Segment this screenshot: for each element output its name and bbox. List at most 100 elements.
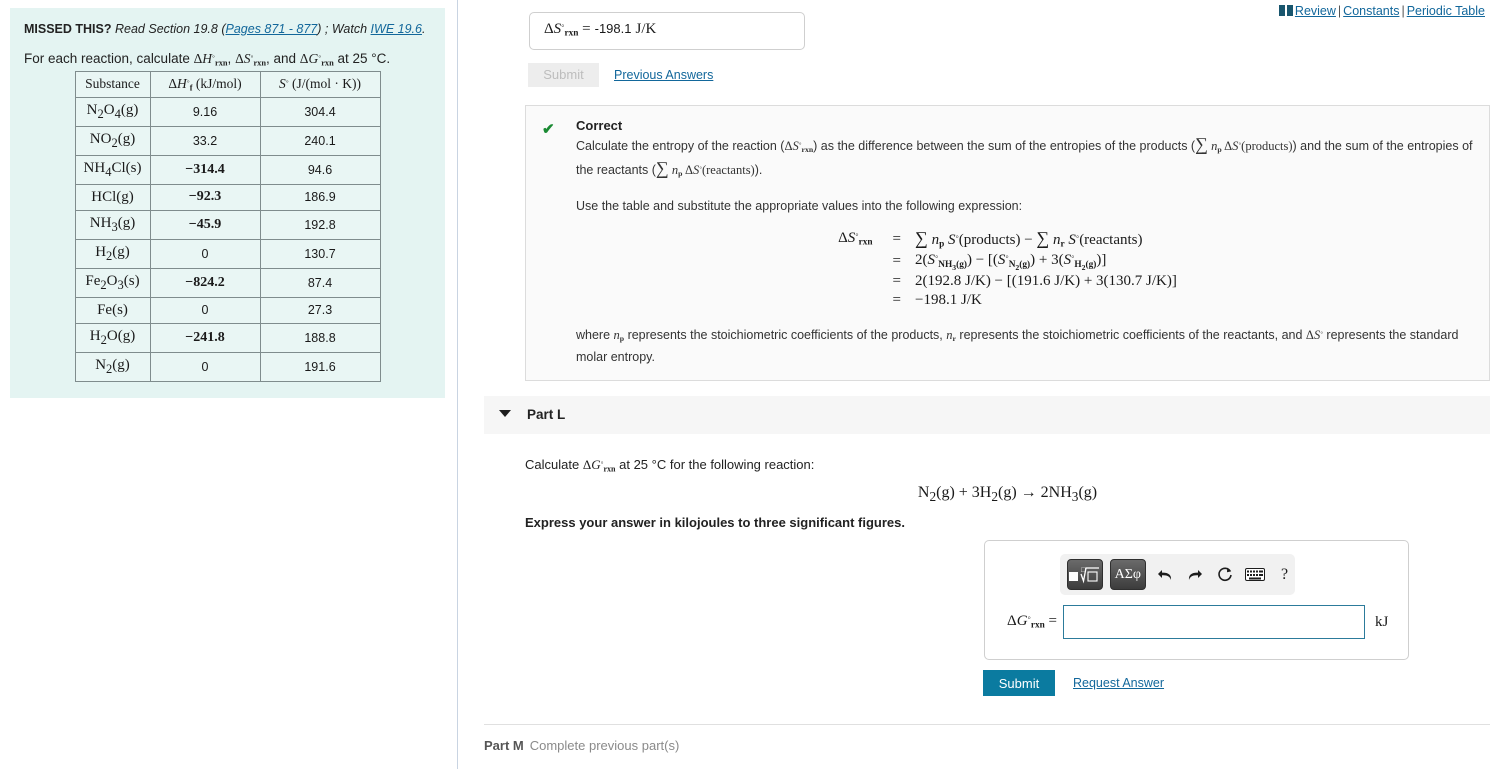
part-l-header[interactable]: Part L — [484, 396, 1490, 434]
template-button[interactable]: □ — [1067, 559, 1103, 590]
part-m-title: Part M — [484, 738, 524, 753]
equation-rhs: 2(192.8 J/K) − [(191.6 J/K) + 3(130.7 J/… — [914, 273, 1177, 290]
cell-substance: HCl(g) — [74, 183, 151, 211]
cell-substance: H2O(g) — [74, 322, 151, 353]
symbol-np: np — [613, 328, 625, 344]
constants-link[interactable]: Constants — [1343, 4, 1399, 18]
equation-lhs: ΔS◦rxn — [838, 230, 873, 248]
caret-down-icon[interactable] — [499, 410, 511, 417]
table-row: H2(g) 0 130.7 — [74, 238, 381, 269]
reaction-equation: N2(g) + 3H2(g) → 2NH3(g) — [917, 484, 1098, 505]
answer-input-row: ΔG◦rxn = kJ — [995, 605, 1400, 639]
cell-substance: NH4Cl(s) — [74, 154, 151, 185]
answer-entry-card: □ ΑΣφ ? ΔG◦rxn = kJ — [984, 540, 1409, 660]
keyboard-icon[interactable] — [1244, 562, 1265, 588]
cell-entropy: 27.3 — [259, 296, 381, 324]
cell-entropy: 94.6 — [259, 154, 381, 185]
question-after: at 25 °C for the following reaction: — [615, 457, 815, 472]
table-row: N2O4(g) 9.16 304.4 — [74, 96, 381, 127]
hint-watch-text: Watch — [331, 22, 368, 36]
math-toolbar: □ ΑΣφ ? — [1060, 554, 1295, 595]
cell-enthalpy: 0 — [149, 238, 261, 269]
cell-substance: N2(g) — [74, 351, 151, 382]
cell-enthalpy: 33.2 — [149, 125, 261, 156]
cell-enthalpy: 0 — [149, 351, 261, 382]
hint-text: MISSED THIS? Read Section 19.8 (Pages 87… — [24, 22, 426, 36]
link-separator-2: | — [1401, 4, 1405, 18]
part-m-row[interactable]: Part M Complete previous part(s) — [484, 738, 679, 753]
periodic-table-link[interactable]: Periodic Table — [1407, 4, 1485, 18]
equation-relation: = — [892, 253, 901, 270]
correct-feedback-box: ✔ Correct Calculate the entropy of the r… — [525, 105, 1490, 382]
inline-sum-reactants: ∑ np ΔS◦(reactants) — [655, 158, 755, 179]
top-links-bar: Review | Constants | Periodic Table — [1278, 4, 1485, 19]
cell-substance: N2O4(g) — [74, 96, 151, 127]
reset-icon[interactable] — [1214, 562, 1235, 588]
prompt-before: For each reaction, calculate — [24, 51, 194, 66]
cell-entropy: 186.9 — [259, 183, 381, 211]
table-row: HCl(g) −92.3 186.9 — [74, 183, 381, 211]
answer-unit: kJ — [1375, 613, 1389, 630]
previous-answer-box: ΔS◦rxn = -198.1 J/K — [529, 12, 805, 50]
page-root: MISSED THIS? Read Section 19.8 (Pages 87… — [0, 0, 1497, 769]
header-enthalpy: ΔH◦f (kJ/mol) — [149, 71, 261, 98]
cell-enthalpy: −824.2 — [149, 267, 261, 298]
part-m-status: Complete previous part(s) — [529, 738, 680, 753]
inline-sum-products: ∑ np ΔS◦(products) — [1195, 134, 1293, 155]
symbol-nr: nr — [946, 328, 956, 344]
cell-enthalpy: −92.3 — [149, 183, 261, 211]
where-c: represents the stoichiometric coefficien… — [955, 328, 1306, 343]
cell-substance: H2(g) — [74, 238, 151, 269]
thermodynamic-data-table: Substance ΔH◦f (kJ/mol) S◦ (J/(mol · K))… — [74, 71, 381, 382]
fb-p1b: ) as the difference between the sum of t… — [813, 139, 1196, 153]
submit-button[interactable]: Submit — [983, 670, 1055, 696]
hint-prefix: MISSED THIS? — [24, 22, 112, 36]
missed-this-hint-card: MISSED THIS? Read Section 19.8 (Pages 87… — [10, 8, 445, 398]
help-icon[interactable]: ? — [1274, 562, 1295, 588]
cell-entropy: 304.4 — [259, 96, 381, 127]
equation-relation: = — [892, 273, 901, 290]
cell-substance: NH3(g) — [74, 209, 151, 240]
equation-line: ΔS◦rxn = ∑ np S◦(products) − ∑ nr S◦(rea… — [834, 227, 1181, 251]
table-row: Fe(s) 0 27.3 — [74, 296, 381, 324]
answer-instruction: Express your answer in kilojoules to thr… — [525, 515, 905, 530]
redo-icon[interactable] — [1185, 562, 1206, 588]
cell-entropy: 87.4 — [259, 267, 381, 298]
equation-rhs: −198.1 J/K — [914, 292, 982, 309]
table-header-row: Substance ΔH◦f (kJ/mol) S◦ (J/(mol · K)) — [74, 71, 381, 98]
equation-lhs-empty — [834, 291, 882, 310]
term-delta-h: ΔH◦rxn — [193, 51, 228, 68]
hint-read-text: Read Section 19.8 — [115, 22, 218, 36]
cell-enthalpy: 0 — [149, 296, 261, 324]
undo-icon[interactable] — [1155, 562, 1176, 588]
previous-answer-unit: J/K — [635, 21, 657, 37]
previous-answer-label: ΔS◦rxn — [544, 21, 579, 39]
equation-lhs-empty — [834, 272, 882, 291]
greek-symbols-button[interactable]: ΑΣφ — [1110, 559, 1146, 590]
answer-input[interactable] — [1063, 605, 1365, 639]
request-answer-link[interactable]: Request Answer — [1073, 676, 1164, 690]
prompt-mid2: , and — [266, 51, 300, 66]
cell-enthalpy: −45.9 — [149, 209, 261, 240]
equation-rhs: 2(S◦NH3(g)) − [(S◦N2(g)) + 3(S◦H2(g))] — [914, 251, 1107, 272]
previous-answer-equals: = — [582, 21, 591, 37]
term-delta-s: ΔS◦rxn — [235, 51, 267, 68]
previous-answers-link[interactable]: Previous Answers — [614, 68, 713, 82]
previous-submit-button-disabled: Submit — [528, 63, 599, 87]
equation-line: = −198.1 J/K — [834, 291, 1181, 310]
check-icon: ✔ — [542, 121, 555, 138]
question-before: Calculate — [525, 457, 583, 472]
answer-label: ΔG◦rxn = — [1007, 613, 1057, 631]
header-entropy: S◦ (J/(mol · K)) — [259, 71, 381, 98]
iwe-link[interactable]: IWE 19.6 — [371, 22, 422, 36]
feedback-body: Calculate the entropy of the reaction (Δ… — [576, 135, 1473, 215]
fb-p1a: Calculate the entropy of the reaction ( — [576, 139, 785, 153]
review-link[interactable]: Review — [1295, 4, 1336, 18]
cell-enthalpy: −314.4 — [149, 154, 261, 185]
table-row: H2O(g) −241.8 188.8 — [74, 322, 381, 353]
pages-link[interactable]: Pages 871 - 877 — [226, 22, 318, 36]
inline-delta-s-rxn: ΔS◦rxn — [784, 139, 814, 155]
feedback-paragraph-1: Calculate the entropy of the reaction (Δ… — [576, 135, 1473, 183]
cell-substance: NO2(g) — [74, 125, 151, 156]
equation-line: = 2(S◦NH3(g)) − [(S◦N2(g)) + 3(S◦H2(g))] — [834, 251, 1181, 272]
